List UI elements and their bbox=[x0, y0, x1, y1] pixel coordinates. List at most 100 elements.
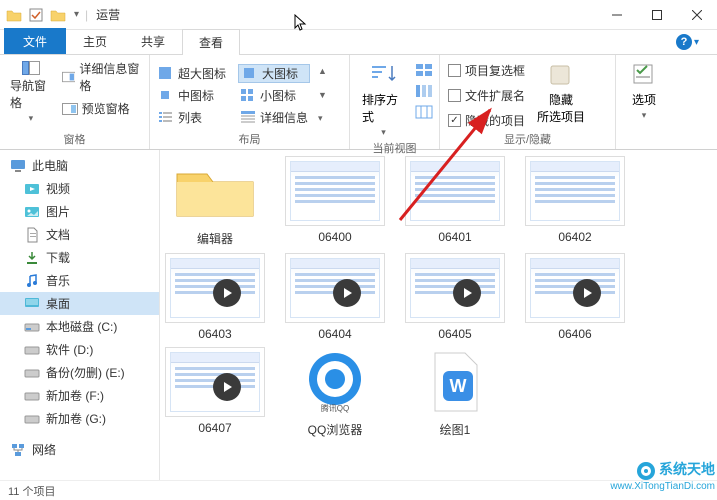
file-label: 06400 bbox=[318, 230, 351, 244]
layout-xl-icons[interactable]: 超大图标 bbox=[156, 64, 228, 83]
sort-label: 排序方式 bbox=[362, 91, 405, 125]
nav-drive-f[interactable]: 新加卷 (F:) bbox=[0, 384, 159, 407]
nav-downloads[interactable]: 下载 bbox=[0, 246, 159, 269]
layout-details[interactable]: 详细信息 bbox=[238, 108, 310, 127]
maximize-button[interactable] bbox=[637, 0, 677, 30]
help-arrow-icon: ▾ bbox=[694, 37, 699, 48]
file-label: 编辑器 bbox=[197, 230, 233, 247]
layout-scroll-down[interactable]: ▼ bbox=[318, 90, 327, 100]
file-item[interactable]: 06404 bbox=[284, 253, 386, 341]
nav-drive-d[interactable]: 软件 (D:) bbox=[0, 338, 159, 361]
drive-icon bbox=[24, 342, 40, 358]
qat-dropdown-icon[interactable]: ▾ bbox=[70, 9, 83, 20]
size-columns-icon[interactable] bbox=[415, 105, 433, 122]
layout-scroll-up[interactable]: ▲ bbox=[318, 66, 327, 76]
file-label: 绘图1 bbox=[440, 421, 471, 438]
file-item[interactable]: 腾讯QQQQ浏览器 bbox=[284, 347, 386, 438]
nav-documents[interactable]: 文档 bbox=[0, 223, 159, 246]
app-folder-icon bbox=[4, 5, 24, 25]
group-by-icon[interactable] bbox=[415, 63, 433, 80]
titlebar: ▾ | 运营 bbox=[0, 0, 717, 30]
chevron-down-icon: ▾ bbox=[29, 113, 34, 124]
help-button[interactable]: ?▾ bbox=[672, 30, 717, 54]
layout-m-icons[interactable]: 中图标 bbox=[156, 86, 228, 105]
file-label: 06403 bbox=[198, 327, 231, 341]
hidden-items-toggle[interactable]: ✓隐藏的项目 bbox=[446, 111, 527, 130]
drive-icon bbox=[24, 365, 40, 381]
nav-desktop[interactable]: 桌面 bbox=[0, 292, 159, 315]
nav-drive-e[interactable]: 备份(勿删) (E:) bbox=[0, 361, 159, 384]
file-thumbnail bbox=[405, 253, 505, 323]
file-item[interactable]: 06407 bbox=[164, 347, 266, 438]
file-label: 06407 bbox=[198, 421, 231, 435]
file-item[interactable]: 06402 bbox=[524, 156, 626, 247]
hide-selected-label-1: 隐藏 bbox=[549, 91, 573, 108]
file-thumbnail bbox=[165, 347, 265, 417]
file-item[interactable]: 06403 bbox=[164, 253, 266, 341]
details-pane-button[interactable]: 详细信息窗格 bbox=[60, 59, 143, 95]
tab-share[interactable]: 共享 bbox=[124, 28, 182, 54]
file-item[interactable]: 06401 bbox=[404, 156, 506, 247]
layout-l-icons[interactable]: 大图标 bbox=[238, 64, 310, 83]
tab-file[interactable]: 文件 bbox=[4, 28, 66, 54]
file-item[interactable]: 06405 bbox=[404, 253, 506, 341]
file-item[interactable]: 06400 bbox=[284, 156, 386, 247]
drive-icon bbox=[24, 411, 40, 427]
list-icon bbox=[158, 110, 174, 124]
file-label: 06401 bbox=[438, 230, 471, 244]
minimize-button[interactable] bbox=[597, 0, 637, 30]
file-item[interactable]: 06406 bbox=[524, 253, 626, 341]
network-icon bbox=[10, 442, 26, 458]
chevron-down-icon: ▾ bbox=[381, 127, 386, 138]
file-list: 编辑器 06400 06401 06402 06403 06404 0640506406 06… bbox=[160, 150, 717, 480]
nav-network[interactable]: 网络 bbox=[0, 438, 159, 461]
checkbox-icon bbox=[448, 64, 461, 77]
qat-divider: | bbox=[85, 8, 88, 22]
close-button[interactable] bbox=[677, 0, 717, 30]
window-title: 运营 bbox=[96, 6, 120, 23]
panes-group-label: 窗格 bbox=[6, 131, 143, 149]
tab-view[interactable]: 查看 bbox=[182, 29, 240, 55]
add-columns-icon[interactable] bbox=[415, 84, 433, 101]
document-icon bbox=[24, 227, 40, 243]
nav-drive-c[interactable]: 本地磁盘 (C:) bbox=[0, 315, 159, 338]
desktop-icon bbox=[24, 296, 40, 312]
nav-pictures[interactable]: 图片 bbox=[0, 200, 159, 223]
file-thumbnail: 腾讯QQ bbox=[285, 347, 385, 417]
picture-icon bbox=[24, 204, 40, 220]
qat-folder-icon[interactable] bbox=[48, 5, 68, 25]
nav-pane-label: 导航窗格 bbox=[10, 77, 52, 111]
hide-selected-label-2: 所选项目 bbox=[537, 108, 585, 125]
file-thumbnail: W bbox=[405, 347, 505, 417]
file-item[interactable]: W 绘图1 bbox=[404, 347, 506, 438]
file-ext-toggle[interactable]: 文件扩展名 bbox=[446, 86, 527, 105]
options-button[interactable]: 选项 ▾ bbox=[622, 59, 666, 123]
sort-button[interactable]: 排序方式 ▾ bbox=[356, 59, 411, 140]
svg-text:腾讯QQ: 腾讯QQ bbox=[321, 403, 349, 413]
layout-expand[interactable]: ▾ bbox=[318, 113, 327, 124]
file-item[interactable]: 编辑器 bbox=[164, 156, 266, 247]
checkbox-icon bbox=[448, 89, 461, 102]
hide-selected-button[interactable]: 隐藏 所选项目 bbox=[531, 59, 591, 127]
nav-pane-button[interactable]: 导航窗格 ▾ bbox=[6, 59, 56, 126]
qat-checkbox-icon[interactable] bbox=[26, 5, 46, 25]
file-label: 06402 bbox=[558, 230, 591, 244]
layout-s-icons[interactable]: 小图标 bbox=[238, 86, 310, 105]
item-checkboxes-toggle[interactable]: 项目复选框 bbox=[446, 61, 527, 80]
nav-videos[interactable]: 视频 bbox=[0, 177, 159, 200]
layout-list[interactable]: 列表 bbox=[156, 108, 228, 127]
file-label: 06404 bbox=[318, 327, 351, 341]
xl-icons-icon bbox=[158, 66, 174, 80]
preview-pane-button[interactable]: 预览窗格 bbox=[60, 99, 143, 118]
file-thumbnail bbox=[525, 156, 625, 226]
help-icon: ? bbox=[676, 34, 692, 50]
details-pane-label: 详细信息窗格 bbox=[79, 60, 141, 94]
nav-this-pc[interactable]: 此电脑 bbox=[0, 154, 159, 177]
cursor-icon bbox=[294, 14, 308, 35]
nav-music[interactable]: 音乐 bbox=[0, 269, 159, 292]
nav-drive-g[interactable]: 新加卷 (G:) bbox=[0, 407, 159, 430]
tab-home[interactable]: 主页 bbox=[66, 28, 124, 54]
svg-text:W: W bbox=[450, 376, 467, 396]
details-icon bbox=[240, 110, 256, 124]
options-icon bbox=[628, 61, 660, 89]
